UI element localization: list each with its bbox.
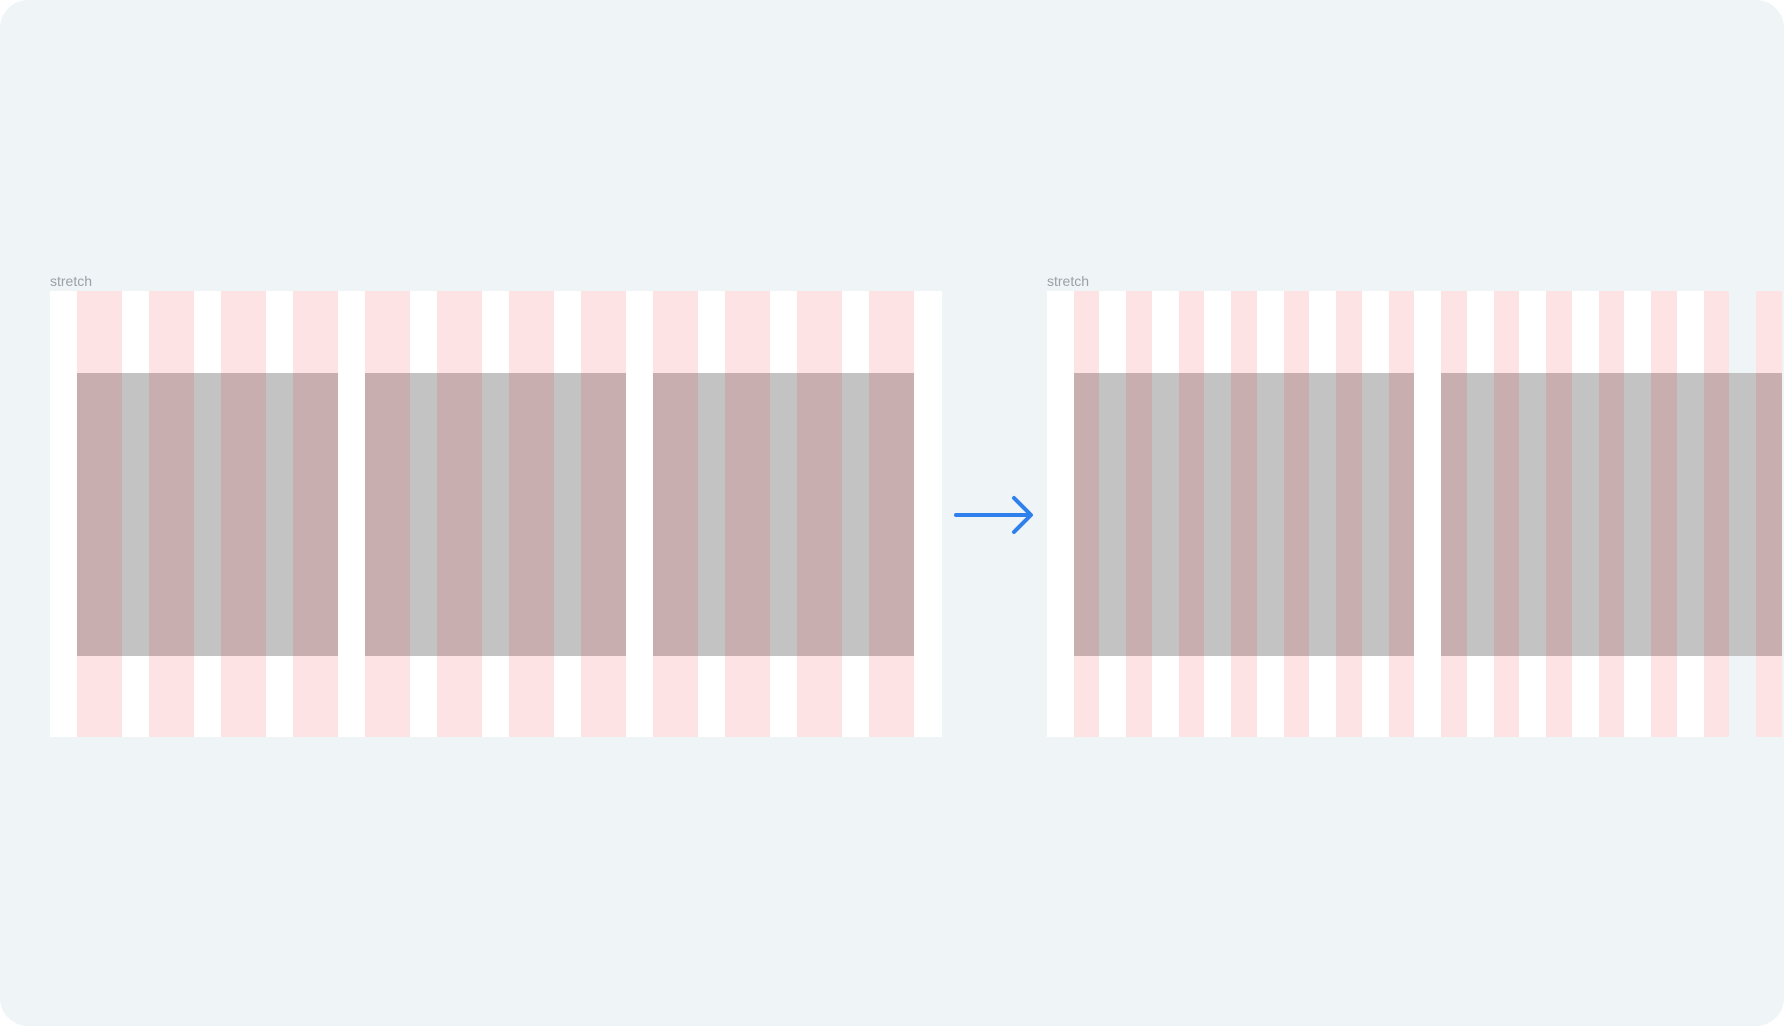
diagram-canvas: stretch stretch: [0, 0, 1784, 1026]
left-content-column: [868, 373, 914, 656]
left-content-block: [76, 373, 338, 656]
right-content-column: [1756, 373, 1782, 656]
left-content-block: [652, 373, 914, 656]
left-content-column: [76, 373, 122, 656]
right-content-column: [1493, 373, 1519, 656]
right-content-column: [1441, 373, 1467, 656]
right-content-column: [1336, 373, 1362, 656]
left-content-column: [652, 373, 698, 656]
right-content-column: [1598, 373, 1624, 656]
right-content-block: [1441, 373, 1782, 656]
right-content-column: [1546, 373, 1572, 656]
left-content-column: [364, 373, 410, 656]
right-content-column: [1073, 373, 1099, 656]
right-content-column: [1283, 373, 1309, 656]
right-content-block: [1073, 373, 1414, 656]
left-content-column: [580, 373, 626, 656]
left-content-column: [148, 373, 194, 656]
left-content-column: [220, 373, 266, 656]
left-content-column: [724, 373, 770, 656]
left-content-block: [364, 373, 626, 656]
right-grid-frame: [1047, 291, 1782, 737]
left-frame-label: stretch: [50, 273, 93, 289]
right-frame-label: stretch: [1047, 273, 1090, 289]
left-content-column: [292, 373, 338, 656]
right-content-column: [1651, 373, 1677, 656]
left-grid-frame: [50, 291, 942, 737]
right-content-column: [1178, 373, 1204, 656]
right-content-column: [1231, 373, 1257, 656]
right-content-column: [1388, 373, 1414, 656]
left-content-column: [796, 373, 842, 656]
right-content-column: [1703, 373, 1729, 656]
right-content-column: [1126, 373, 1152, 656]
left-content-column: [508, 373, 554, 656]
arrow-right-icon: [954, 496, 1033, 534]
left-content-column: [436, 373, 482, 656]
